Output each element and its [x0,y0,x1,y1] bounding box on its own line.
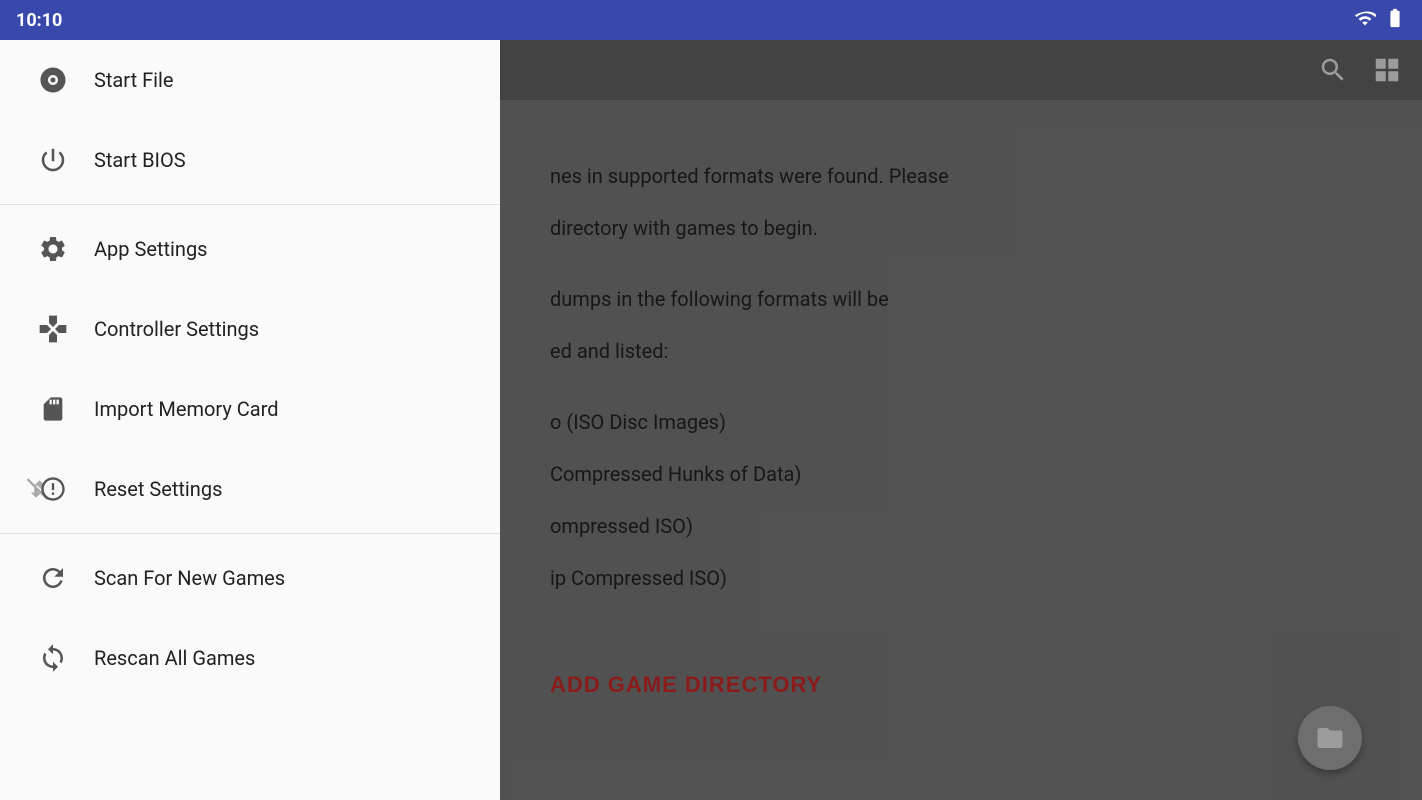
settings-icon [28,234,78,264]
reset-settings-label: Reset Settings [94,477,222,501]
divider-1 [0,204,500,205]
status-bar: 10:10 [0,0,1422,40]
sidebar-item-controller-settings[interactable]: Controller Settings [0,289,500,369]
sidebar-item-reset-settings[interactable]: Reset Settings [0,449,500,529]
refresh-icon [28,563,78,593]
rescan-icon [28,643,78,673]
sidebar-item-scan-for-new-games[interactable]: Scan For New Games [0,538,500,618]
power-icon [28,145,78,175]
app-settings-label: App Settings [94,237,208,261]
controller-icon [28,313,78,345]
reset-icon [28,475,78,503]
sidebar-item-start-bios[interactable]: Start BIOS [0,120,500,200]
divider-2 [0,533,500,534]
start-file-label: Start File [94,68,173,92]
sidebar-item-start-file[interactable]: Start File [0,40,500,120]
memory-card-icon [28,395,78,423]
status-time: 10:10 [16,10,62,31]
scan-for-new-games-label: Scan For New Games [94,566,285,590]
controller-settings-label: Controller Settings [94,317,259,341]
sidebar-drawer: Start File Start BIOS App Settings Contr… [0,40,500,800]
import-memory-card-label: Import Memory Card [94,397,279,421]
wifi-icon [1354,7,1376,33]
sidebar-item-rescan-all-games[interactable]: Rescan All Games [0,618,500,698]
sidebar-item-import-memory-card[interactable]: Import Memory Card [0,369,500,449]
sidebar-item-app-settings[interactable]: App Settings [0,209,500,289]
battery-icon [1384,7,1406,33]
start-bios-label: Start BIOS [94,148,186,172]
status-icons [1354,7,1406,33]
disc-icon [28,65,78,95]
rescan-all-games-label: Rescan All Games [94,646,255,670]
